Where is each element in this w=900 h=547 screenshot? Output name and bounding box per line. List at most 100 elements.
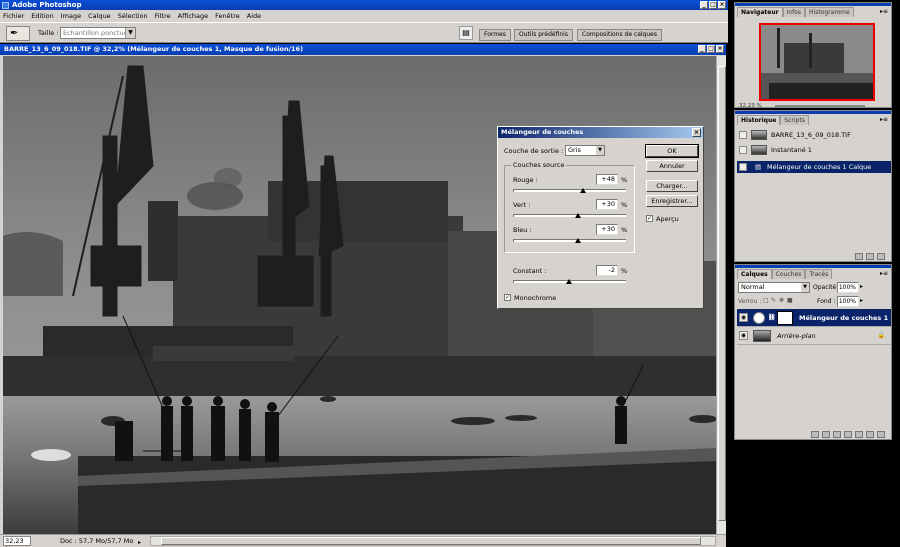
menu-edition[interactable]: Edition <box>31 10 54 22</box>
blue-value-field[interactable]: +30 <box>596 224 618 235</box>
blue-slider-thumb[interactable] <box>574 238 581 243</box>
tab-historique[interactable]: Historique <box>737 115 781 125</box>
opacity-field[interactable]: 100% <box>837 282 859 293</box>
status-menu-arrow[interactable]: ▸ <box>138 537 141 547</box>
new-snapshot-icon[interactable] <box>866 253 874 260</box>
layer-style-icon[interactable] <box>822 431 830 438</box>
snapshot-source-icon[interactable] <box>739 131 747 139</box>
doc-minimize-button[interactable]: _ <box>698 45 706 53</box>
tool-preset-picker[interactable]: ✒ <box>6 26 30 41</box>
navigator-menu-icon[interactable]: ▸≡ <box>880 8 888 15</box>
blue-slider-track[interactable] <box>513 239 626 242</box>
layers-palette-bar[interactable] <box>735 265 891 268</box>
eye-icon[interactable]: ◉ <box>739 331 748 340</box>
photoshop-app-icon <box>2 2 9 9</box>
history-item[interactable]: BARRE_13_6_09_018.TIF <box>737 129 891 141</box>
red-slider-thumb[interactable] <box>580 188 587 193</box>
new-adjustment-icon[interactable] <box>855 431 863 438</box>
layer-mask-thumbnail[interactable] <box>777 311 793 325</box>
green-slider-thumb[interactable] <box>574 213 581 218</box>
output-channel-select[interactable]: Gris ▼ <box>565 145 605 156</box>
zoom-field[interactable]: 32,23 % <box>3 536 31 547</box>
menu-affichage[interactable]: Affichage <box>178 10 209 22</box>
fill-arrow-icon[interactable]: ▸ <box>860 297 863 304</box>
add-mask-icon[interactable] <box>833 431 841 438</box>
navigator-zoom-slider[interactable] <box>775 105 865 107</box>
history-item[interactable]: Instantané 1 <box>737 144 891 156</box>
constant-slider-thumb[interactable] <box>565 279 572 284</box>
opacity-arrow-icon[interactable]: ▸ <box>860 283 863 290</box>
tab-histogramme[interactable]: Histogramme <box>805 7 854 17</box>
preview-checkbox[interactable]: ✓ <box>646 215 653 222</box>
tab-scripts[interactable]: Scripts <box>780 115 809 125</box>
horizontal-scrollbar[interactable] <box>150 536 716 546</box>
fill-field[interactable]: 100% <box>837 296 859 307</box>
constant-value-field[interactable]: -2 <box>596 265 618 276</box>
doc-maximize-button[interactable]: □ <box>707 45 715 53</box>
monochrome-checkbox[interactable]: ✓ <box>504 294 511 301</box>
trash-icon[interactable] <box>877 431 885 438</box>
menu-filtre[interactable]: Filtre <box>155 10 171 22</box>
minimize-button[interactable]: _ <box>700 1 708 9</box>
menu-calque[interactable]: Calque <box>88 10 111 22</box>
well-tab-compositions[interactable]: Compositions de calques <box>577 29 662 41</box>
vertical-scroll-thumb[interactable] <box>718 66 726 521</box>
navigator-view-box[interactable] <box>759 23 875 101</box>
vertical-scrollbar[interactable] <box>716 56 726 534</box>
layers-menu-icon[interactable]: ▸≡ <box>880 270 888 277</box>
save-button[interactable]: Enregistrer... <box>646 195 698 207</box>
lock-transparency-icon[interactable]: □ <box>763 297 769 304</box>
new-document-icon[interactable] <box>855 253 863 260</box>
lock-paint-icon[interactable]: ✎ <box>771 297 776 304</box>
document-titlebar[interactable]: BARRE_13_6_09_018.TIF @ 32,2% (Mélangeur… <box>0 44 726 55</box>
navigator-palette-bar[interactable] <box>735 3 891 6</box>
green-percent: % <box>621 201 628 209</box>
tab-traces[interactable]: Tracés <box>805 269 833 279</box>
doc-close-button[interactable]: × <box>716 45 724 53</box>
navigator-zoom[interactable]: 32,23 % <box>739 103 762 109</box>
menu-fenetre[interactable]: Fenêtre <box>215 10 240 22</box>
menu-selection[interactable]: Sélection <box>118 10 148 22</box>
cancel-button[interactable]: Annuler <box>646 160 698 172</box>
horizontal-scroll-thumb[interactable] <box>161 537 701 545</box>
eye-icon[interactable]: ◉ <box>739 313 748 322</box>
close-button[interactable]: × <box>718 1 726 9</box>
well-tab-outils-predefinis[interactable]: Outils prédéfinis <box>514 29 573 41</box>
tab-calques[interactable]: Calques <box>737 269 772 279</box>
snapshot-source-icon[interactable] <box>739 146 747 154</box>
blend-mode-select[interactable]: Normal ▼ <box>738 282 810 293</box>
red-slider-track[interactable] <box>513 189 626 192</box>
tab-navigateur[interactable]: Navigateur <box>737 7 783 17</box>
navigator-preview[interactable] <box>759 23 875 101</box>
history-item[interactable]: ▤ Mélangeur de couches 1 Calque <box>737 161 891 173</box>
green-slider-track[interactable] <box>513 214 626 217</box>
tab-couches[interactable]: Couches <box>771 269 806 279</box>
lock-all-icon[interactable]: ■ <box>787 297 793 304</box>
link-icon[interactable]: ⛓ <box>768 309 776 327</box>
dialog-close-button[interactable]: × <box>692 128 701 137</box>
menu-fichier[interactable]: Fichier <box>3 10 24 22</box>
history-menu-icon[interactable]: ▸≡ <box>880 116 888 123</box>
new-group-icon[interactable] <box>844 431 852 438</box>
maximize-button[interactable]: □ <box>709 1 717 9</box>
green-value-field[interactable]: +30 <box>596 199 618 210</box>
palette-well-icon[interactable]: ▤ <box>459 26 473 40</box>
channel-mixer-titlebar[interactable]: Mélangeur de couches × <box>498 127 703 138</box>
lock-move-icon[interactable]: ✥ <box>779 297 784 304</box>
history-palette-bar[interactable] <box>735 111 891 114</box>
menu-aide[interactable]: Aide <box>247 10 261 22</box>
well-tab-formes[interactable]: Formes <box>479 29 511 41</box>
trash-icon[interactable] <box>877 253 885 260</box>
load-button[interactable]: Charger... <box>646 180 698 192</box>
layer-row[interactable]: ◉ Arrière-plan 🔒 <box>737 327 891 345</box>
tab-infos[interactable]: Infos <box>782 7 806 17</box>
new-layer-icon[interactable] <box>866 431 874 438</box>
link-layers-icon[interactable] <box>811 431 819 438</box>
snapshot-source-icon[interactable] <box>739 163 747 171</box>
sample-size-select[interactable]: Echantillon ponctuel ▼ <box>60 27 136 39</box>
menu-image[interactable]: Image <box>61 10 81 22</box>
monochrome-label: Monochrome <box>514 294 557 302</box>
layer-row[interactable]: ◉ ⛓ Mélangeur de couches 1 <box>737 309 891 327</box>
ok-button[interactable]: OK <box>645 144 699 158</box>
red-value-field[interactable]: +48 <box>596 174 618 185</box>
